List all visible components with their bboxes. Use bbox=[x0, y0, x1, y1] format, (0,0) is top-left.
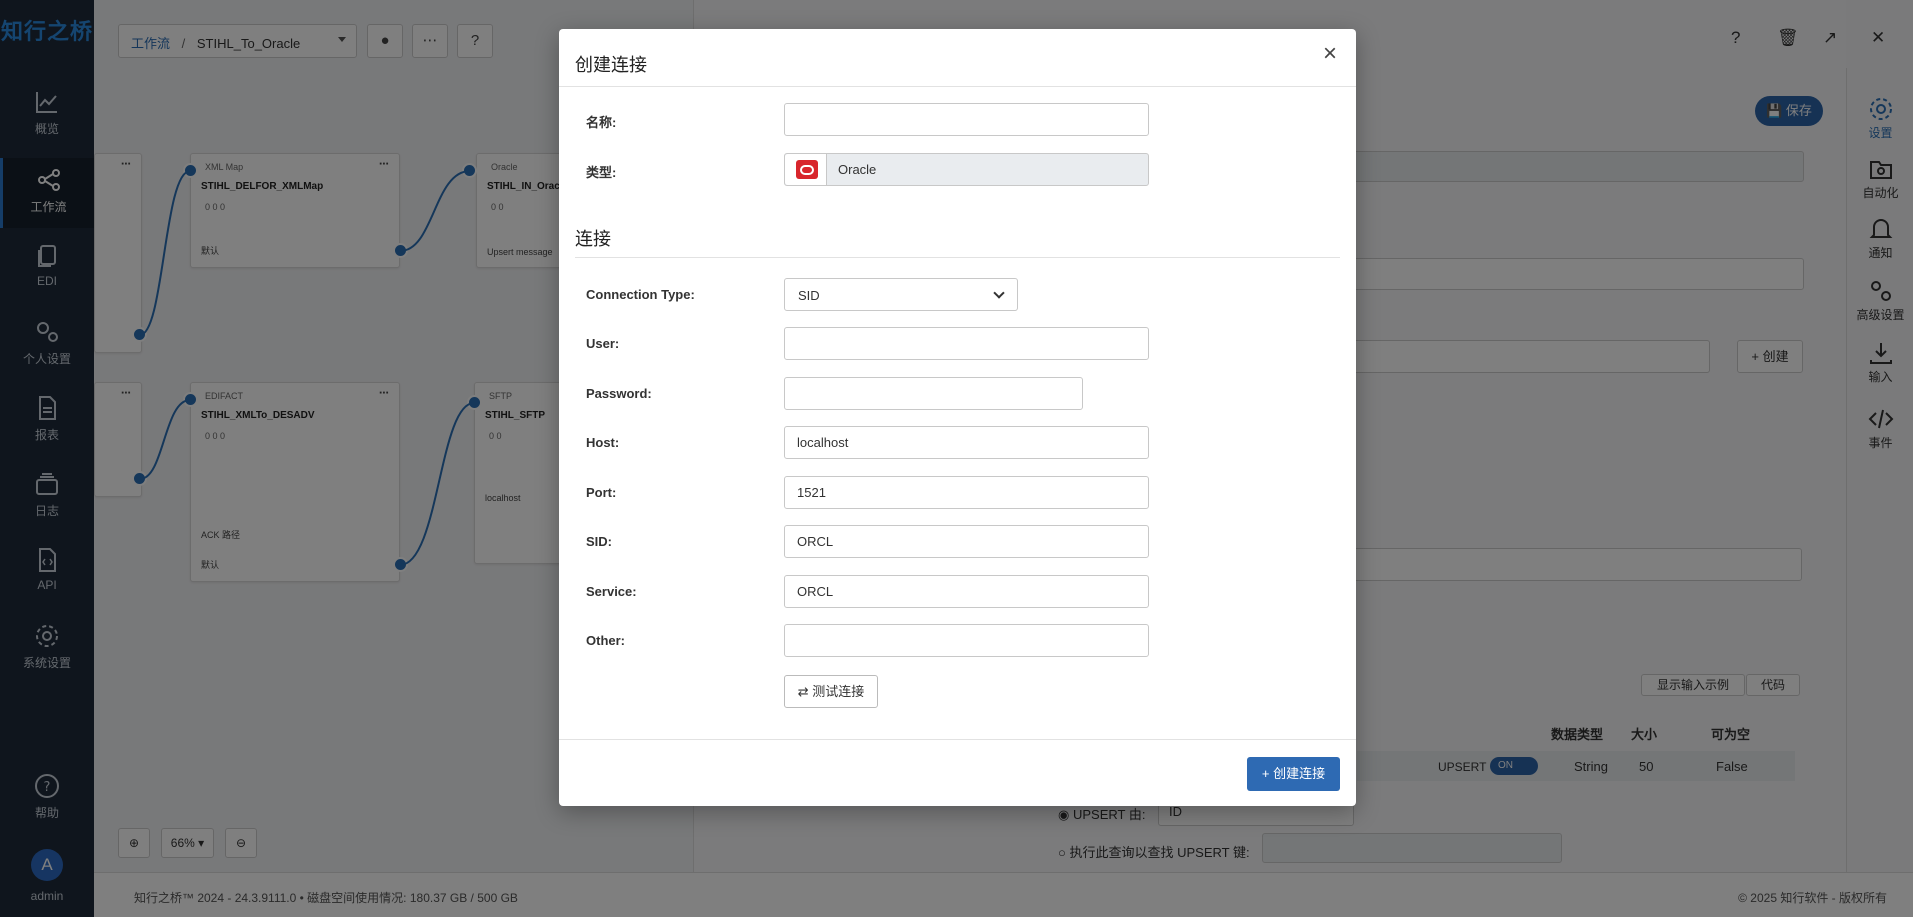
other-input[interactable] bbox=[784, 624, 1149, 657]
name-label: 名称: bbox=[586, 115, 617, 130]
type-value: Oracle bbox=[838, 162, 877, 177]
create-connection-submit-button[interactable]: + 创建连接 bbox=[1247, 757, 1340, 791]
type-field: Oracle bbox=[784, 153, 1149, 186]
create-connection-modal: 创建连接 × 名称: 类型: Oracle 连接 Connection Type… bbox=[559, 29, 1356, 806]
create-connection-label: 创建连接 bbox=[1273, 766, 1326, 781]
oracle-icon bbox=[796, 160, 818, 179]
port-label: Port: bbox=[586, 485, 617, 500]
test-connection-label: 测试连接 bbox=[812, 684, 865, 699]
divider bbox=[575, 257, 1340, 258]
host-input[interactable] bbox=[784, 426, 1149, 459]
connection-type-value: SID bbox=[798, 288, 820, 303]
connection-section-title: 连接 bbox=[575, 229, 611, 249]
swap-icon: ⇄ bbox=[797, 684, 809, 699]
port-input[interactable] bbox=[784, 476, 1149, 509]
type-label: 类型: bbox=[586, 165, 617, 180]
divider bbox=[559, 739, 1356, 740]
user-label: User: bbox=[586, 336, 620, 351]
plus-icon: + bbox=[1261, 766, 1270, 781]
modal-title: 创建连接 bbox=[575, 55, 647, 75]
user-input[interactable] bbox=[784, 327, 1149, 360]
test-connection-button[interactable]: ⇄ 测试连接 bbox=[784, 675, 878, 708]
close-icon[interactable]: × bbox=[1318, 42, 1342, 67]
divider bbox=[559, 86, 1356, 87]
sid-input[interactable] bbox=[784, 525, 1149, 558]
connection-type-select[interactable]: SID bbox=[784, 278, 1018, 311]
password-input[interactable] bbox=[784, 377, 1083, 410]
chevron-down-icon bbox=[993, 287, 1005, 299]
service-input[interactable] bbox=[784, 575, 1149, 608]
host-label: Host: bbox=[586, 435, 620, 450]
password-label: Password: bbox=[586, 386, 652, 401]
service-label: Service: bbox=[586, 584, 637, 599]
connection-type-label: Connection Type: bbox=[586, 287, 695, 302]
type-icon-wrap bbox=[785, 154, 827, 185]
name-input[interactable] bbox=[784, 103, 1149, 136]
other-label: Other: bbox=[586, 633, 625, 648]
sid-label: SID: bbox=[586, 534, 612, 549]
